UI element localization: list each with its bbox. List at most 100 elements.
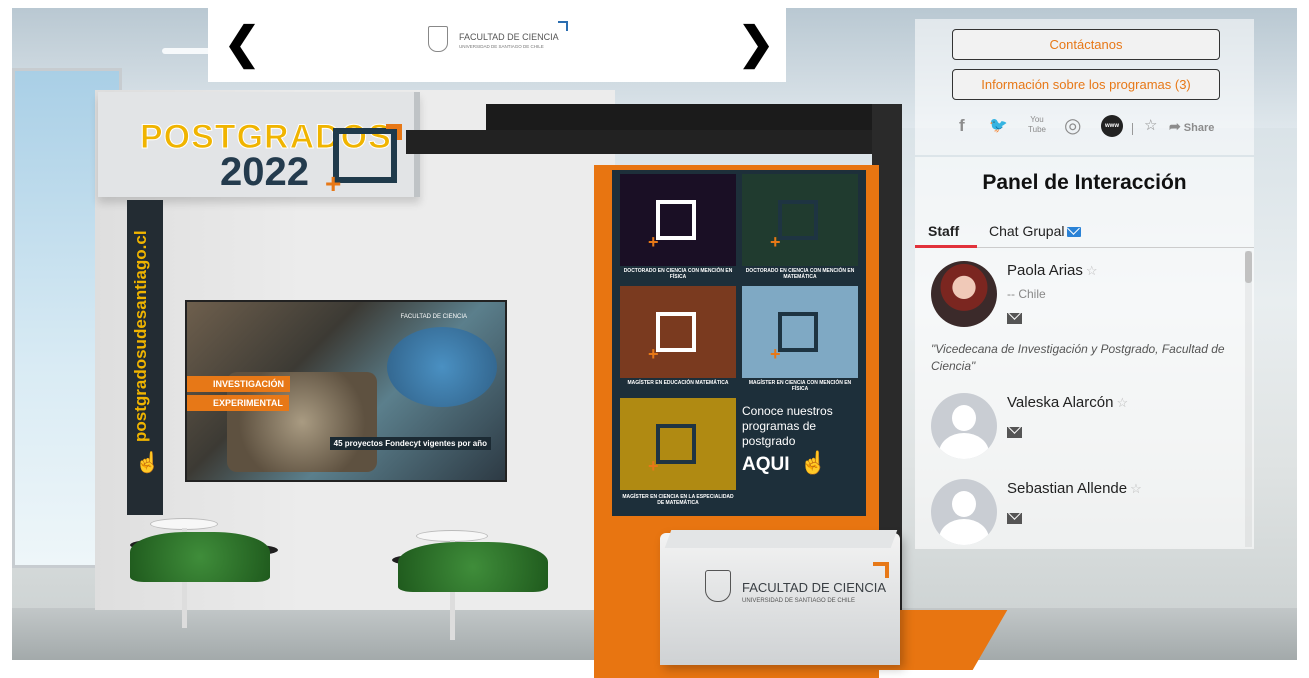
mail-icon[interactable]: [1007, 513, 1022, 524]
plus-icon: +: [648, 232, 659, 252]
scrollbar[interactable]: [1245, 251, 1252, 547]
program-tile[interactable]: +: [620, 174, 736, 266]
booth-beam: [486, 104, 886, 130]
hand-pointer-icon[interactable]: ☝: [135, 450, 160, 475]
active-tab-indicator: [915, 245, 977, 248]
program-tile[interactable]: +: [620, 398, 736, 490]
tab-staff-label: Staff: [928, 223, 960, 239]
logo-plus-icon: +: [325, 168, 342, 199]
share-label: Share: [1183, 122, 1215, 134]
mail-icon[interactable]: [1007, 427, 1022, 438]
counter-logo-name: FACULTAD DE CIENCIA: [742, 580, 886, 595]
avatar-head: [952, 405, 976, 431]
panel-title: Panel de Interacción: [982, 171, 1187, 194]
share-button[interactable]: ➦ Share: [1169, 118, 1214, 135]
crest-icon: [428, 26, 448, 52]
booth-year: 2022: [220, 150, 309, 194]
tile-caption: DOCTORADO EN CIENCIA CON MENCIÓN EN MATE…: [745, 268, 855, 280]
action-panel: Contáctanos Información sobre los progra…: [915, 19, 1254, 155]
staff-item: Sebastian Allende ☆: [915, 479, 1243, 549]
faculty-logo-name: FACULTAD DE CIENCIA: [459, 32, 559, 42]
cta-line: postgrado: [742, 434, 796, 448]
screen-caption: 45 proyectos Fondecyt vigentes por año: [329, 437, 491, 450]
divider: [1132, 123, 1133, 135]
staff-name[interactable]: Valeska Alarcón ☆: [1007, 394, 1128, 411]
facebook-icon[interactable]: f: [959, 115, 965, 137]
mail-icon[interactable]: [1007, 313, 1022, 324]
avatar-head: [952, 491, 976, 517]
booth-nav-bar: ❮ FACULTAD DE CIENCIA UNIVERSIDAD DE SAN…: [208, 8, 786, 82]
faculty-logo-sub: UNIVERSIDAD DE SANTIAGO DE CHILE: [459, 44, 544, 49]
frame-icon: [778, 312, 818, 352]
tile-caption: MAGÍSTER EN CIENCIA EN LA ESPECIALIDAD D…: [622, 494, 734, 506]
star-icon[interactable]: ☆: [1116, 395, 1128, 410]
avatar-body: [939, 519, 989, 545]
banner-url[interactable]: postgradosudesantiago.cl: [131, 226, 159, 446]
logo-corner-icon: [873, 562, 889, 578]
programs-cta[interactable]: Conoce nuestros programas de postgrado A…: [742, 404, 862, 510]
screen-tag: EXPERIMENTAL: [187, 395, 289, 411]
planter: [130, 532, 270, 582]
screen-tag: INVESTIGACIÓN: [187, 376, 291, 392]
cta-line: Conoce nuestros: [742, 404, 833, 418]
staff-name-text: Valeska Alarcón: [1007, 394, 1114, 411]
screen-glove: [387, 327, 497, 407]
tile-caption: DOCTORADO EN CIENCIA CON MENCIÓN EN FÍSI…: [623, 268, 733, 280]
logo-corner-icon: [558, 21, 568, 31]
frame-icon: [656, 424, 696, 464]
avatar-body: [939, 433, 989, 459]
next-booth-button[interactable]: ❯: [736, 22, 776, 66]
frame-icon: [778, 200, 818, 240]
program-tile[interactable]: +: [742, 174, 858, 266]
instagram-icon[interactable]: ◎: [1064, 115, 1081, 137]
counter-logo-sub: UNIVERSIDAD DE SANTIAGO DE CHILE: [742, 598, 856, 604]
staff-name[interactable]: Sebastian Allende ☆: [1007, 480, 1142, 497]
booth-beam: [406, 130, 886, 154]
cta-aqui[interactable]: AQUI: [742, 454, 790, 476]
twitter-icon[interactable]: 🐦: [989, 115, 1008, 137]
star-icon[interactable]: ☆: [1086, 263, 1098, 278]
staff-name-text: Sebastian Allende: [1007, 480, 1128, 497]
frame-icon: [656, 200, 696, 240]
tile-caption: MAGÍSTER EN EDUCACIÓN MATEMÁTICA: [627, 380, 729, 386]
interaction-panel: Panel de Interacción Staff Chat Grupal P…: [915, 157, 1254, 549]
star-icon[interactable]: ☆: [1130, 481, 1142, 496]
plus-icon: +: [770, 232, 781, 252]
tab-group-chat[interactable]: Chat Grupal: [989, 223, 1082, 239]
frame-icon: [656, 312, 696, 352]
contact-button[interactable]: Contáctanos: [952, 29, 1220, 60]
program-tile[interactable]: +: [742, 286, 858, 378]
tab-chat-label: Chat Grupal: [989, 223, 1065, 239]
plus-icon: +: [648, 344, 659, 364]
crest-icon: [705, 570, 731, 602]
staff-quote: "Vicedecana de Investigación y Postgrado…: [931, 342, 1225, 373]
avatar[interactable]: [931, 261, 997, 327]
share-arrow-icon: ➦: [1169, 118, 1181, 134]
tab-staff[interactable]: Staff: [928, 223, 959, 239]
staff-item: Paola Arias ☆ -- Chile "Vicedecana de Inv…: [915, 261, 1243, 381]
favorite-star-icon[interactable]: ☆: [1144, 115, 1157, 137]
video-screen[interactable]: INVESTIGACIÓN EXPERIMENTAL 45 proyectos …: [185, 300, 507, 482]
hand-pointer-icon: ☝: [799, 450, 827, 475]
screen-logo: FACULTAD DE CIENCIA: [400, 314, 467, 320]
avatar[interactable]: [931, 479, 997, 545]
program-tile[interactable]: +: [620, 286, 736, 378]
youtube-icon[interactable]: You Tube: [1027, 115, 1047, 137]
staff-item: Valeska Alarcón ☆: [915, 393, 1243, 463]
logo-corner-icon: [386, 124, 402, 140]
cta-line: programas de: [742, 419, 817, 433]
website-icon[interactable]: www: [1101, 115, 1123, 137]
avatar[interactable]: [931, 393, 997, 459]
staff-name[interactable]: Paola Arias ☆: [1007, 262, 1098, 279]
right-sidebar: Contáctanos Información sobre los progra…: [915, 19, 1254, 549]
planter: [398, 542, 548, 592]
plus-icon: +: [648, 456, 659, 476]
tile-caption: MAGÍSTER EN CIENCIA CON MENCIÓN EN FÍSIC…: [748, 380, 852, 392]
staff-location: -- Chile: [1007, 287, 1046, 301]
staff-name-text: Paola Arias: [1007, 262, 1083, 279]
mail-icon: [1067, 227, 1082, 238]
programs-info-button[interactable]: Información sobre los programas (3): [952, 69, 1220, 100]
previous-booth-button[interactable]: ❮: [222, 22, 262, 66]
scroll-thumb[interactable]: [1245, 251, 1252, 283]
counter-top: [664, 530, 898, 548]
